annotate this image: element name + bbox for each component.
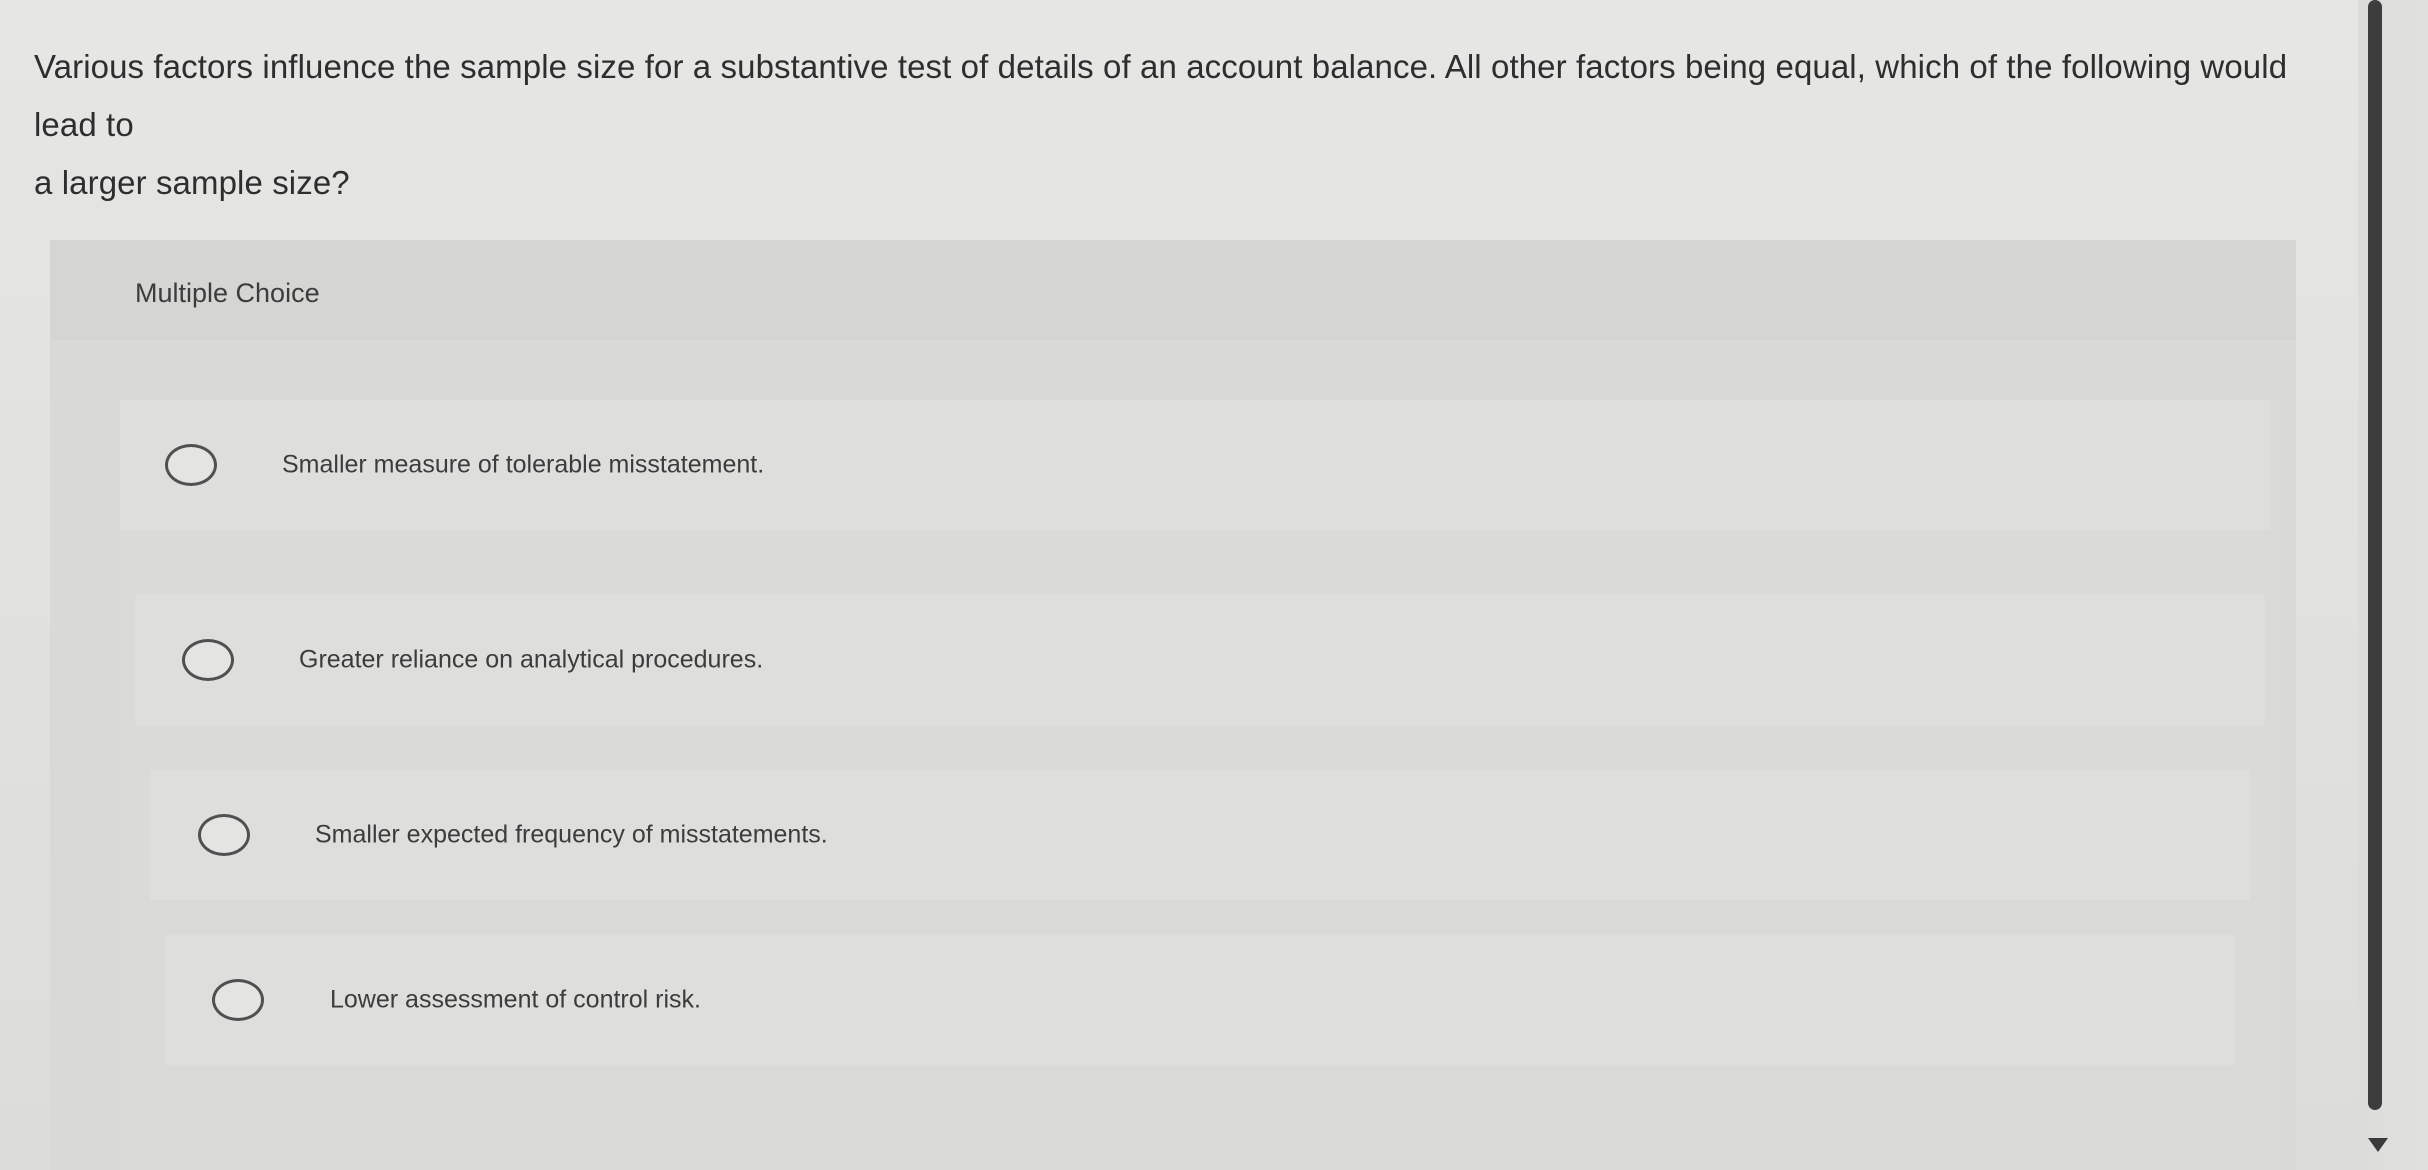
vertical-scrollbar[interactable] xyxy=(2358,0,2428,1170)
radio-button-icon[interactable] xyxy=(165,444,217,486)
option-d[interactable]: Lower assessment of control risk. xyxy=(165,935,2235,1065)
radio-button-icon[interactable] xyxy=(212,979,264,1021)
option-a[interactable]: Smaller measure of tolerable misstatemen… xyxy=(120,400,2270,530)
radio-button-icon[interactable] xyxy=(198,814,250,856)
multiple-choice-header: Multiple Choice xyxy=(50,240,2296,340)
option-b-label: Greater reliance on analytical procedure… xyxy=(299,645,764,674)
option-c[interactable]: Smaller expected frequency of misstateme… xyxy=(150,770,2250,900)
option-c-label: Smaller expected frequency of misstateme… xyxy=(315,820,828,849)
scrollbar-thumb[interactable] xyxy=(2368,0,2382,1110)
option-d-label: Lower assessment of control risk. xyxy=(330,985,701,1014)
option-b[interactable]: Greater reliance on analytical procedure… xyxy=(135,595,2265,725)
option-a-label: Smaller measure of tolerable misstatemen… xyxy=(282,450,765,479)
multiple-choice-panel: Multiple Choice Smaller measure of toler… xyxy=(50,240,2296,1170)
radio-button-icon[interactable] xyxy=(182,639,234,681)
question-line-1: Various factors influence the sample siz… xyxy=(34,48,2288,143)
options-list: Smaller measure of tolerable misstatemen… xyxy=(120,400,2280,1170)
scroll-down-arrow-icon[interactable] xyxy=(2368,1138,2388,1152)
question-text: Various factors influence the sample siz… xyxy=(34,38,2294,212)
multiple-choice-label: Multiple Choice xyxy=(135,278,320,308)
question-line-2: a larger sample size? xyxy=(34,164,350,201)
